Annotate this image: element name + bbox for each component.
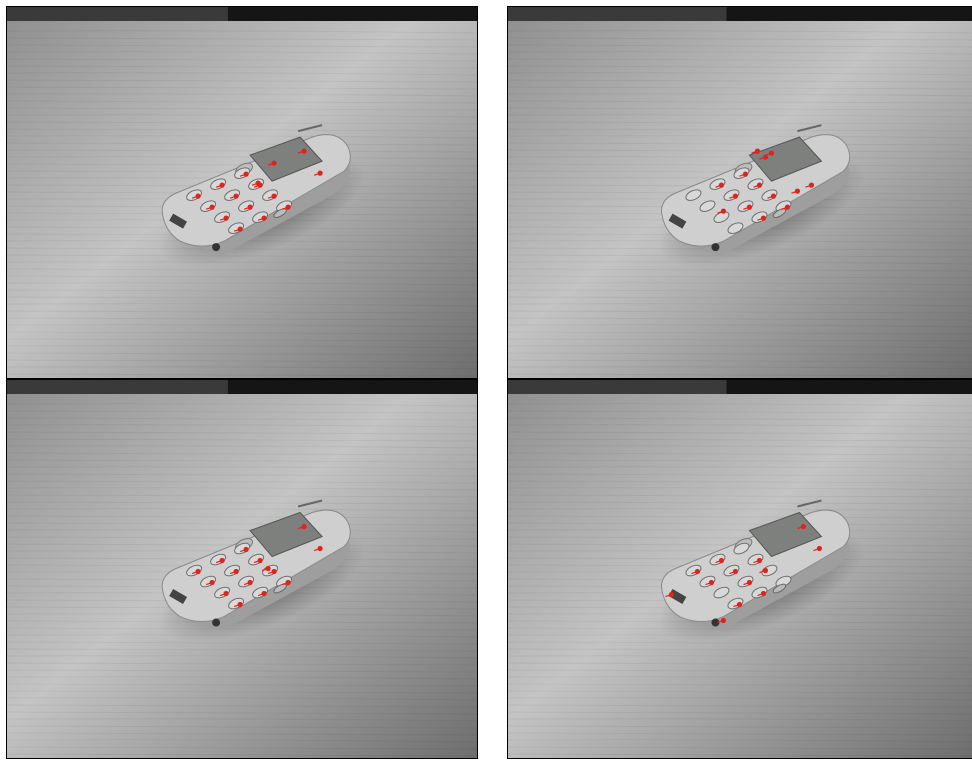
- photo-top-left: [7, 7, 477, 378]
- photo-top-right: [508, 7, 972, 378]
- photo-bottom-right: [508, 380, 972, 758]
- panel-top-left: [6, 6, 478, 379]
- microphone-hole: [212, 243, 221, 252]
- microphone-hole: [711, 243, 720, 252]
- photo-bottom-left: [7, 380, 477, 758]
- background-dark: [726, 7, 972, 21]
- background-dark: [227, 380, 477, 394]
- panel-bottom-left: [6, 379, 478, 759]
- background-dark: [227, 7, 477, 21]
- background-dark: [726, 380, 972, 394]
- panel-bottom-right: [507, 379, 972, 759]
- microphone-hole: [212, 618, 221, 627]
- panel-top-right: [507, 6, 972, 379]
